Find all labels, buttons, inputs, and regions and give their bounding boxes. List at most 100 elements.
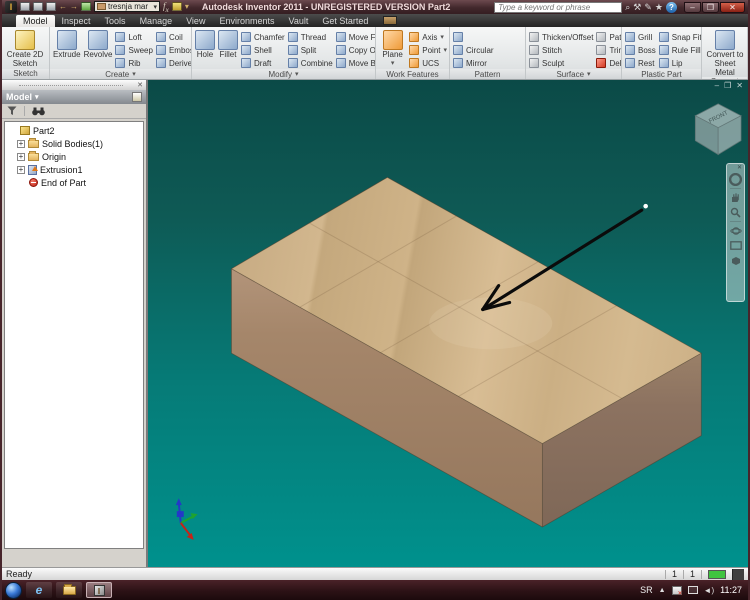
tab-get-started[interactable]: Get Started <box>315 15 375 27</box>
wrench-icon[interactable]: ⚒ <box>633 2 641 13</box>
group-label-pattern[interactable]: Pattern <box>450 69 525 79</box>
convert-to-sheet-metal-button[interactable]: Convert to Sheet Metal <box>705 29 745 77</box>
appearance-swatch-icon[interactable] <box>171 2 182 12</box>
search-binoculars-icon[interactable]: ⌕ <box>625 2 630 13</box>
tree-item-solid-bodies-1[interactable]: + Solid Bodies(1) <box>5 137 143 150</box>
view-cube[interactable]: FRONT <box>694 103 742 156</box>
move-bodies-button[interactable]: Move Bodies <box>335 57 375 69</box>
revolve-button[interactable]: Revolve <box>84 29 112 69</box>
combine-button[interactable]: Combine <box>287 57 333 69</box>
browser-header[interactable]: Model ▾ <box>2 90 146 104</box>
pan-hand-icon[interactable] <box>729 191 742 204</box>
navbar-close-icon[interactable]: ✕ <box>737 165 742 171</box>
tree-item-extrusion1[interactable]: + Extrusion1 <box>5 163 143 176</box>
snap-fit-button[interactable]: Snap Fit <box>658 31 701 43</box>
shell-button[interactable]: Shell <box>241 44 285 56</box>
plane-button[interactable]: Plane ▾ <box>379 29 406 69</box>
circular-button[interactable]: Circular <box>453 44 494 56</box>
hole-button[interactable]: Hole <box>195 29 215 69</box>
tab-manage[interactable]: Manage <box>133 15 180 27</box>
help-icon[interactable]: ? <box>666 1 677 13</box>
taskbar-item-ie[interactable]: e <box>26 582 52 598</box>
ucs-button[interactable]: UCS <box>409 57 447 69</box>
boss-button[interactable]: Boss <box>625 44 656 56</box>
update-icon[interactable] <box>81 2 91 12</box>
panel-close-icon[interactable]: ✕ <box>137 81 143 89</box>
group-label-surface[interactable]: Surface ▾ <box>526 69 621 79</box>
delete-face-button[interactable]: Delete Face <box>596 57 621 69</box>
filter-icon[interactable] <box>7 106 17 116</box>
sculpt-button[interactable]: Sculpt <box>529 57 593 69</box>
restore-button[interactable]: ❒ <box>702 1 719 13</box>
draft-button[interactable]: Draft <box>241 57 285 69</box>
clock[interactable]: 11:27 <box>720 585 742 595</box>
grill-button[interactable]: Grill <box>625 31 656 43</box>
tree-item-origin[interactable]: + Origin <box>5 150 143 163</box>
search-input[interactable] <box>494 1 623 13</box>
tree-item-part2[interactable]: Part2 <box>5 124 143 137</box>
extrude-button[interactable]: Extrude <box>53 29 81 69</box>
tab-inspect[interactable]: Inspect <box>55 15 98 27</box>
emboss-button[interactable]: Emboss <box>155 44 191 56</box>
tree-item-end-of-part[interactable]: End of Part <box>5 176 143 189</box>
chamfer-button[interactable]: Chamfer <box>241 31 285 43</box>
axis-button[interactable]: Axis ▾ <box>409 31 447 43</box>
sweep-button[interactable]: Sweep <box>115 44 153 56</box>
rule-fillet-button[interactable]: Rule Fillet <box>658 44 701 56</box>
viewport[interactable]: FRONT – ❒ ✕ ✕ <box>148 80 748 567</box>
taskbar-item-explorer[interactable] <box>56 582 82 598</box>
tray-expand-icon[interactable]: ▲ <box>659 587 666 594</box>
toolbar-overflow-icon[interactable]: ▾ <box>185 2 189 11</box>
start-button[interactable] <box>5 581 22 599</box>
scene-canvas[interactable]: FRONT <box>148 80 748 564</box>
action-center-flag-icon[interactable] <box>671 585 683 597</box>
rib-button[interactable]: Rib <box>115 57 152 69</box>
trim-button[interactable]: Trim <box>596 44 621 56</box>
create-2d-sketch-button[interactable]: Create 2D Sketch <box>5 29 45 69</box>
tab-overflow-icon[interactable] <box>383 16 398 25</box>
group-label-sketch[interactable]: Sketch <box>2 68 49 79</box>
look-at-icon[interactable] <box>729 239 742 252</box>
app-logo-icon[interactable]: I <box>5 1 17 13</box>
zoom-icon[interactable] <box>729 206 742 219</box>
tab-model[interactable]: Model <box>16 15 55 27</box>
group-label-create[interactable]: Create ▾ <box>50 69 191 79</box>
loft-button[interactable]: Loft <box>115 31 152 43</box>
expand-icon[interactable]: + <box>17 165 25 174</box>
material-dropdown[interactable]: tresnja mar ▾ <box>94 1 160 13</box>
tab-environments[interactable]: Environments <box>212 15 281 27</box>
save-icon[interactable] <box>46 2 56 12</box>
doc-close-icon[interactable]: ✕ <box>736 81 743 90</box>
browser-doc-icon[interactable] <box>132 92 142 102</box>
tab-view[interactable]: View <box>179 15 212 27</box>
group-label-work-features[interactable]: Work Features <box>376 69 449 79</box>
expand-icon[interactable]: + <box>17 139 25 148</box>
thread-button[interactable]: Thread <box>287 31 333 43</box>
orbit-icon[interactable] <box>729 224 742 237</box>
lip-button[interactable]: Lip <box>658 57 701 69</box>
steering-wheel-icon[interactable] <box>729 173 742 186</box>
speaker-icon[interactable]: ◄) <box>704 586 715 595</box>
tab-tools[interactable]: Tools <box>98 15 133 27</box>
new-file-icon[interactable] <box>20 2 30 12</box>
open-icon[interactable] <box>33 2 43 12</box>
expand-icon[interactable]: + <box>17 152 25 161</box>
rectangular-pattern-button[interactable] <box>453 31 494 43</box>
tray-window-icon[interactable] <box>687 586 698 594</box>
redo-icon[interactable]: → <box>70 2 78 11</box>
parameters-fx-icon[interactable]: fx <box>163 1 169 14</box>
fillet-button[interactable]: Fillet <box>218 29 238 69</box>
derive-button[interactable]: Derive <box>155 57 191 69</box>
move-face-button[interactable]: Move Face <box>335 31 375 43</box>
stitch-button[interactable]: Stitch <box>529 44 593 56</box>
close-button[interactable]: ✕ <box>720 1 745 13</box>
minimize-button[interactable]: – <box>684 1 701 13</box>
patch-button[interactable]: Patch <box>596 31 621 43</box>
rest-button[interactable]: Rest <box>625 57 656 69</box>
coil-button[interactable]: Coil <box>155 31 191 43</box>
pencil-icon[interactable]: ✎ <box>644 2 652 13</box>
group-label-convert[interactable]: Convert <box>702 77 747 79</box>
panel-grip[interactable]: ✕ <box>2 80 146 90</box>
view-face-icon[interactable] <box>729 254 742 267</box>
point-button[interactable]: Point ▾ <box>409 44 447 56</box>
